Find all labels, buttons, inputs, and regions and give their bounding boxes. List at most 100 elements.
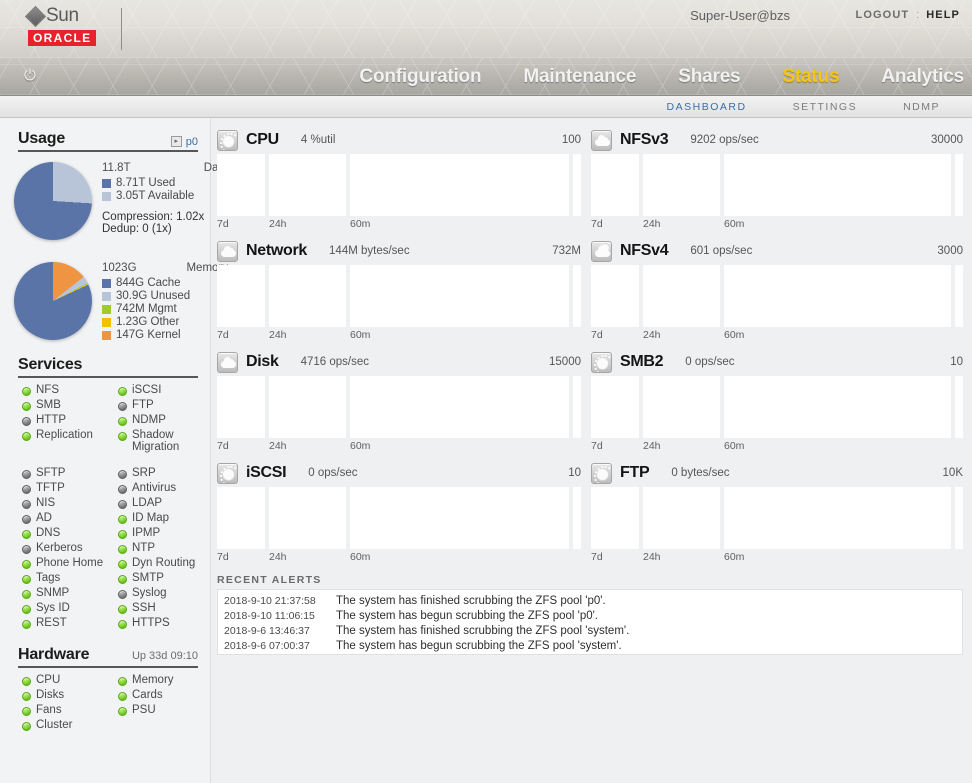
graph-60m[interactable]	[350, 487, 569, 549]
service-item-replication[interactable]: Replication	[22, 429, 118, 459]
hardware-item-cards[interactable]: Cards	[118, 689, 210, 704]
hardware-item-psu[interactable]: PSU	[118, 704, 210, 719]
service-item-ad[interactable]: AD	[22, 512, 118, 527]
service-item-snmp[interactable]: SNMP	[22, 587, 118, 602]
graph-now[interactable]	[955, 487, 963, 549]
chart-panel-smb2[interactable]: SMB2 0 ops/sec 10 7d 24h 60m	[591, 348, 963, 452]
chart-panel-cpu[interactable]: CPU 4 %util 100 7d 24h 60m	[217, 126, 581, 230]
power-icon[interactable]: ⏻	[24, 68, 40, 84]
service-item-iscsi[interactable]: iSCSI	[118, 384, 210, 399]
graph-7d[interactable]	[591, 154, 639, 216]
service-item-smb[interactable]: SMB	[22, 399, 118, 414]
chart-panel-disk[interactable]: Disk 4716 ops/sec 15000 7d 24h 60m	[217, 348, 581, 452]
service-item-antivirus[interactable]: Antivirus	[118, 482, 210, 497]
graph-60m[interactable]	[724, 487, 951, 549]
hardware-item-cpu[interactable]: CPU	[22, 674, 118, 689]
service-item-rest[interactable]: REST	[22, 617, 118, 632]
brand-logo[interactable]: Sun ORACLE	[24, 5, 108, 47]
service-item-ssh[interactable]: SSH	[118, 602, 210, 617]
bar-group	[217, 265, 265, 327]
service-item-phone-home[interactable]: Phone Home	[22, 557, 118, 572]
graph-24h[interactable]	[643, 487, 720, 549]
service-item-ldap[interactable]: LDAP	[118, 497, 210, 512]
legend-label: 3.05T Available	[116, 190, 195, 202]
graph-60m[interactable]	[350, 154, 569, 216]
logout-link[interactable]: LOGOUT	[856, 9, 910, 21]
nav-item-configuration[interactable]: Configuration	[359, 66, 481, 88]
nav-item-maintenance[interactable]: Maintenance	[523, 66, 636, 88]
graph-now[interactable]	[573, 376, 581, 438]
hardware-item-disks[interactable]: Disks	[22, 689, 118, 704]
bar-group	[643, 376, 720, 438]
graph-7d[interactable]	[591, 376, 639, 438]
service-item-http[interactable]: HTTP	[22, 414, 118, 429]
service-item-dns[interactable]: DNS	[22, 527, 118, 542]
nav-item-shares[interactable]: Shares	[678, 66, 740, 88]
service-item-dyn-routing[interactable]: Dyn Routing	[118, 557, 210, 572]
graph-now[interactable]	[573, 265, 581, 327]
chart-panel-network[interactable]: Network 144M bytes/sec 732M 7d 24h 60m	[217, 237, 581, 341]
service-item-tags[interactable]: Tags	[22, 572, 118, 587]
graph-60m[interactable]	[724, 154, 951, 216]
graph-now[interactable]	[955, 154, 963, 216]
service-item-syslog[interactable]: Syslog	[118, 587, 210, 602]
graph-7d[interactable]	[217, 487, 265, 549]
service-item-id-map[interactable]: ID Map	[118, 512, 210, 527]
graph-60m[interactable]	[724, 376, 951, 438]
service-item-kerberos[interactable]: Kerberos	[22, 542, 118, 557]
service-item-nis[interactable]: NIS	[22, 497, 118, 512]
subnav-item-dashboard[interactable]: DASHBOARD	[667, 101, 747, 113]
graph-24h[interactable]	[643, 376, 720, 438]
chart-panel-iscsi[interactable]: iSCSI 0 ops/sec 10 7d 24h 60m	[217, 459, 581, 563]
service-item-srp[interactable]: SRP	[118, 467, 210, 482]
graph-now[interactable]	[573, 487, 581, 549]
graph-24h[interactable]	[643, 265, 720, 327]
graph-7d[interactable]	[217, 376, 265, 438]
nav-item-analytics[interactable]: Analytics	[881, 66, 964, 88]
status-dot-on	[118, 515, 127, 524]
chart-title: iSCSI	[246, 464, 287, 481]
status-dot-on	[118, 530, 127, 539]
service-item-shadow-migration[interactable]: Shadow Migration	[118, 429, 210, 459]
graph-7d[interactable]	[591, 265, 639, 327]
graph-7d[interactable]	[217, 154, 265, 216]
service-item-ftp[interactable]: FTP	[118, 399, 210, 414]
graph-7d[interactable]	[591, 487, 639, 549]
service-item-smtp[interactable]: SMTP	[118, 572, 210, 587]
graph-24h[interactable]	[643, 154, 720, 216]
recent-alerts-section: RECENT ALERTS 2018-9-10 21:37:58 The sys…	[217, 574, 963, 655]
graph-24h[interactable]	[269, 376, 346, 438]
service-item-https[interactable]: HTTPS	[118, 617, 210, 632]
service-item-tftp[interactable]: TFTP	[22, 482, 118, 497]
hardware-item-memory[interactable]: Memory	[118, 674, 210, 689]
graph-now[interactable]	[573, 154, 581, 216]
graph-60m[interactable]	[724, 265, 951, 327]
service-item-nfs[interactable]: NFS	[22, 384, 118, 399]
graph-now[interactable]	[955, 265, 963, 327]
service-item-sftp[interactable]: SFTP	[22, 467, 118, 482]
help-link[interactable]: HELP	[926, 9, 960, 21]
legend-label: 742M Mgmt	[116, 303, 177, 315]
graph-7d[interactable]	[217, 265, 265, 327]
hardware-item-fans[interactable]: Fans	[22, 704, 118, 719]
chart-panel-nfsv3[interactable]: NFSv3 9202 ops/sec 30000 7d 24h 60m	[591, 126, 963, 230]
usage-pool-name[interactable]: p0	[186, 136, 198, 148]
chart-panel-nfsv4[interactable]: NFSv4 601 ops/sec 3000 7d 24h 60m	[591, 237, 963, 341]
chart-panel-ftp[interactable]: FTP 0 bytes/sec 10K 7d 24h 60m	[591, 459, 963, 563]
graph-24h[interactable]	[269, 487, 346, 549]
graph-24h[interactable]	[269, 265, 346, 327]
graph-24h[interactable]	[269, 154, 346, 216]
nav-item-status[interactable]: Status	[782, 66, 839, 88]
graph-60m[interactable]	[350, 265, 569, 327]
subnav-item-settings[interactable]: SETTINGS	[793, 101, 858, 113]
service-item-ndmp[interactable]: NDMP	[118, 414, 210, 429]
service-item-sys-id[interactable]: Sys ID	[22, 602, 118, 617]
hardware-item-cluster[interactable]: Cluster	[22, 719, 118, 734]
usage-pool-selector[interactable]: ▸ p0	[170, 136, 198, 148]
subnav-item-ndmp[interactable]: NDMP	[903, 101, 940, 113]
graph-60m[interactable]	[350, 376, 569, 438]
expand-icon[interactable]: ▸	[170, 136, 182, 147]
service-item-ipmp[interactable]: IPMP	[118, 527, 210, 542]
graph-now[interactable]	[955, 376, 963, 438]
service-item-ntp[interactable]: NTP	[118, 542, 210, 557]
